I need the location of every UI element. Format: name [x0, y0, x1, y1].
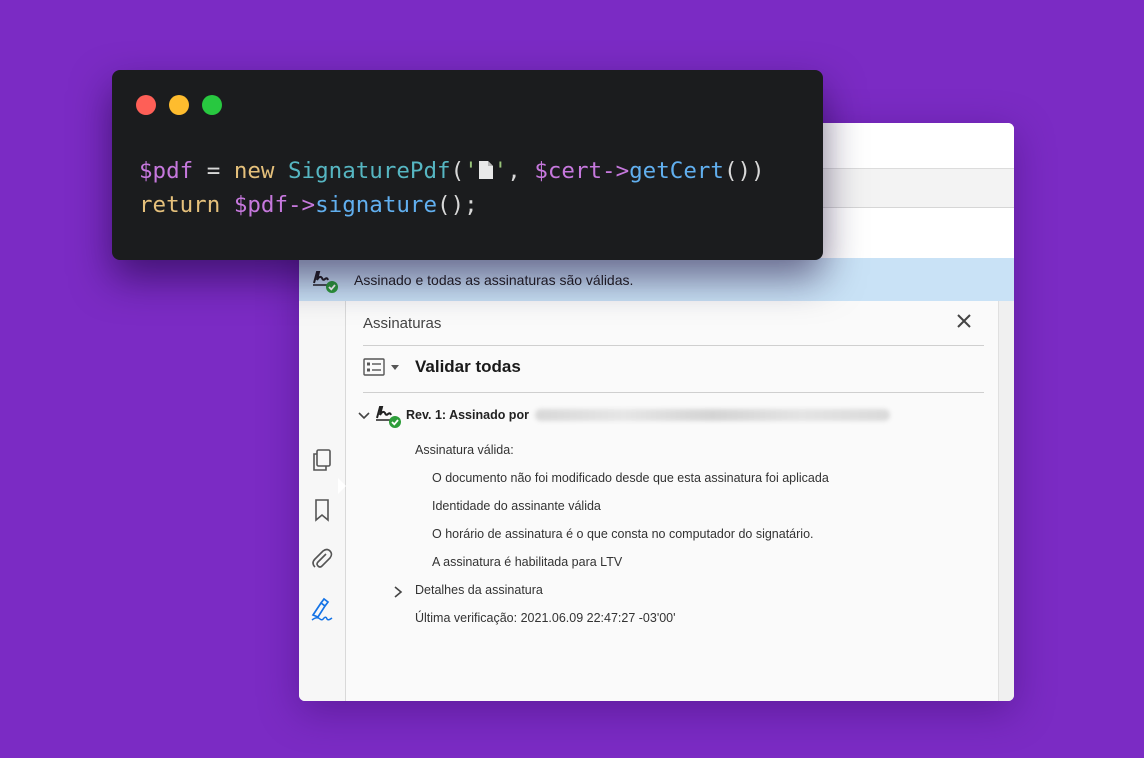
code-token: ( — [450, 158, 465, 184]
document-file-icon — [478, 161, 493, 179]
code-window: $pdf = new SignaturePdf(' ', $cert->getCe… — [112, 70, 823, 260]
options-menu-button[interactable] — [363, 358, 385, 376]
chevron-down-icon[interactable] — [358, 409, 370, 421]
paperclip-icon — [312, 548, 333, 568]
last-verification: Última verificação: 2021.06.09 22:47:27 … — [415, 611, 676, 625]
code-token: = — [193, 158, 234, 184]
code-token: $pdf — [233, 192, 289, 218]
code-token: ' — [464, 158, 478, 184]
chevron-right-icon[interactable] — [393, 586, 403, 598]
bookmarks-button[interactable] — [309, 497, 335, 523]
signatures-panel: Assinaturas Validar todas Rev. 1: Assina… — [346, 301, 998, 701]
code-token: ()) — [723, 158, 765, 184]
code-token: getCert — [629, 158, 724, 184]
window-zoom-dot[interactable] — [202, 95, 222, 115]
window-close-dot[interactable] — [136, 95, 156, 115]
signature-valid-icon — [374, 401, 402, 429]
code-token: signature — [315, 192, 438, 218]
pages-thumbnail-button[interactable] — [309, 447, 335, 473]
validate-all-button[interactable]: Validar todas — [415, 357, 521, 377]
detail-item: A assinatura é habilitada para LTV — [432, 555, 623, 569]
code-token: ' — [493, 158, 508, 184]
copy-pages-icon — [313, 449, 331, 471]
fountain-pen-signature-icon — [311, 597, 333, 621]
panel-toolbar: Validar todas — [363, 357, 521, 377]
dropdown-caret-icon[interactable] — [391, 364, 399, 370]
code-snippet: $pdf = new SignaturePdf(' ', $cert->getCe… — [139, 154, 765, 222]
code-token: SignaturePdf — [288, 158, 451, 184]
divider — [363, 392, 984, 393]
divider — [363, 345, 984, 346]
detail-item: O documento não foi modificado desde que… — [432, 471, 829, 485]
revision-label: Rev. 1: Assinado por — [406, 408, 529, 422]
code-token: $cert — [534, 158, 603, 184]
code-token: -> — [288, 192, 316, 218]
code-token: -> — [602, 158, 630, 184]
code-token: (); — [437, 192, 478, 218]
detail-item: O horário de assinatura é o que consta n… — [432, 527, 814, 541]
revision-row[interactable]: Rev. 1: Assinado por — [358, 401, 890, 429]
panel-scrollbar[interactable] — [998, 301, 1014, 701]
left-navigation-rail — [299, 301, 346, 701]
close-panel-button[interactable] — [954, 311, 974, 331]
close-icon — [957, 314, 971, 328]
code-token: new — [233, 158, 275, 184]
list-options-icon — [363, 358, 385, 376]
signatures-button[interactable] — [309, 597, 335, 623]
redacted-signer-name — [534, 409, 890, 421]
status-banner-text: Assinado e todas as assinaturas são váli… — [354, 271, 634, 288]
signature-valid-icon — [311, 266, 339, 294]
attachments-button[interactable] — [309, 546, 335, 572]
detail-item: Identidade do assinante válida — [432, 499, 601, 513]
window-minimize-dot[interactable] — [169, 95, 189, 115]
code-token: return — [139, 192, 221, 218]
signature-status-banner: Assinado e todas as assinaturas são váli… — [299, 258, 1014, 301]
bookmark-icon — [315, 499, 329, 522]
panel-title: Assinaturas — [363, 315, 442, 332]
code-token: $pdf — [139, 158, 194, 184]
active-tab-pointer — [338, 478, 346, 494]
signature-valid-heading: Assinatura válida: — [415, 443, 514, 457]
signature-details-toggle[interactable]: Detalhes da assinatura — [415, 583, 543, 597]
code-token: , — [507, 158, 535, 184]
